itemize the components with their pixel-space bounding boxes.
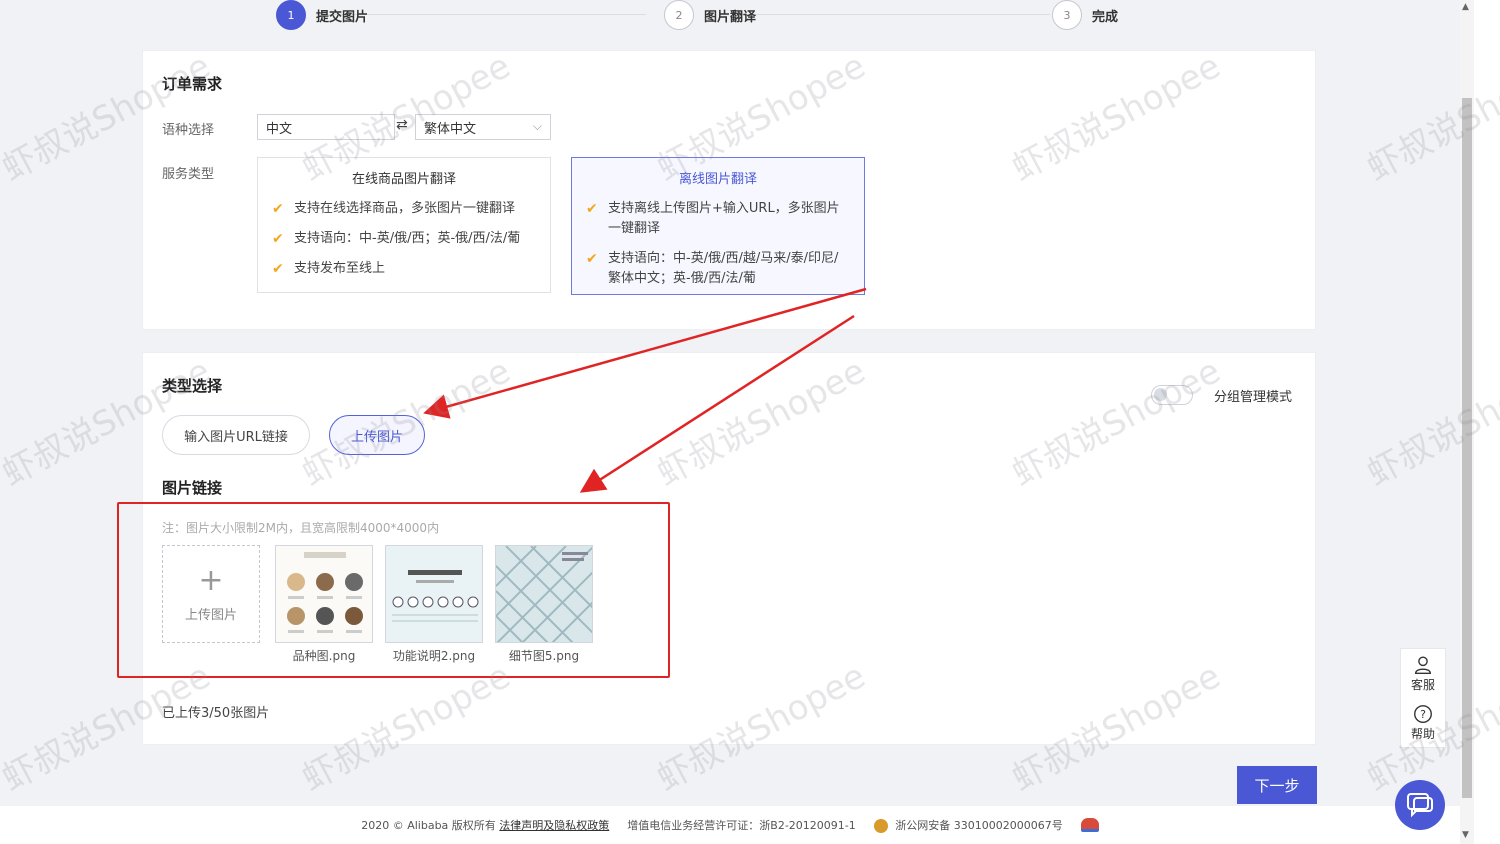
legal-link[interactable]: 法律声明及隐私权政策 [499,819,609,832]
step-number: 2 [664,0,694,30]
window-gutter [1474,0,1500,844]
source-language-value: 中文 [266,121,293,137]
target-language-value: 繁体中文 [424,121,477,137]
upload-count: 已上传3/50张图片 [162,706,270,721]
step-2: 2 图片翻译 [664,0,756,30]
check-icon: ✔ [272,201,284,217]
feature-item: ✔ 支持发布至线上 [272,261,386,277]
vertical-scrollbar[interactable]: ▲ ▼ [1460,0,1474,844]
group-mode-label: 分组管理模式 [1214,390,1293,405]
step-label: 图片翻译 [704,9,757,25]
step-1: 1 提交图片 [276,0,368,30]
license-text: 增值电信业务经营许可证：浙B2-20120091-1 [627,819,856,832]
feature-item: ✔ 支持语向：中-英/俄/西/越/马来/泰/印尼/繁体中文；英-俄/西/法/葡 [586,249,850,289]
check-icon: ✔ [272,231,284,247]
chat-icon [1407,793,1433,818]
footer: 2020 © Alibaba 版权所有 法律声明及隐私权政策 增值电信业务经营许… [0,806,1460,844]
order-title: 订单需求 [162,75,223,93]
check-icon: ✔ [586,201,598,217]
police-record: 浙公网安备 33010002000067号 [873,817,1063,833]
service-type-label: 服务类型 [162,167,215,182]
help-icon: ? [1414,705,1432,723]
side-tools: 客服 ? 帮助 [1400,648,1446,748]
customer-service-button[interactable]: 客服 [1411,654,1435,693]
help-button[interactable]: ? 帮助 [1411,703,1435,742]
scrollbar-thumb[interactable] [1462,98,1472,798]
chat-button[interactable] [1395,780,1445,830]
source-language-select[interactable]: 中文 [257,114,395,140]
url-link-option[interactable]: 输入图片URL链接 [162,415,310,455]
police-badge-icon [873,819,888,833]
swap-icon[interactable]: ⇄ [396,117,408,133]
stepper: 1 提交图片 2 图片翻译 3 完成 [270,0,1140,30]
annotation-highlight-box [117,502,670,678]
next-step-button[interactable]: 下一步 [1237,766,1317,804]
step-3: 3 完成 [1052,0,1118,30]
image-links-title: 图片链接 [162,479,223,497]
user-icon [1414,656,1432,674]
chevron-down-icon: ⌵ [532,119,542,133]
feature-item: ✔ 支持在线选择商品，多张图片一键翻译 [272,201,516,217]
copyright-text: 2020 © Alibaba 版权所有 法律声明及隐私权政策 [361,819,610,832]
step-label: 提交图片 [316,9,369,25]
step-connector [734,14,1050,15]
scroll-up-icon[interactable]: ▲ [1462,2,1469,12]
service-title: 在线商品图片翻译 [351,172,456,187]
gov-badge-icon[interactable] [1080,818,1099,832]
group-mode-toggle[interactable] [1151,385,1193,405]
language-label: 语种选择 [162,123,215,138]
order-card: 订单需求 语种选择 中文 ⇄ 繁体中文 ⌵ 服务类型 在线商品图片翻译 ✔ 支持在… [142,50,1316,330]
check-icon: ✔ [586,251,598,267]
service-online-option[interactable]: 在线商品图片翻译 ✔ 支持在线选择商品，多张图片一键翻译 ✔ 支持语向：中-英/俄/… [257,157,551,293]
scroll-down-icon[interactable]: ▼ [1462,830,1469,840]
step-number: 3 [1052,0,1082,30]
feature-item: ✔ 支持离线上传图片+输入URL，多张图片一键翻译 [586,199,850,239]
service-title: 离线图片翻译 [678,172,757,187]
svg-text:?: ? [1420,708,1426,721]
check-icon: ✔ [272,261,284,277]
type-select-title: 类型选择 [162,377,223,395]
service-offline-option[interactable]: 离线图片翻译 ✔ 支持离线上传图片+输入URL，多张图片一键翻译 ✔ 支持语向：中-… [571,157,865,295]
target-language-select[interactable]: 繁体中文 ⌵ [415,114,551,140]
feature-item: ✔ 支持语向：中-英/俄/西；英-俄/西/法/葡 [272,231,521,247]
step-label: 完成 [1092,9,1119,25]
step-number: 1 [276,0,306,30]
upload-image-option[interactable]: 上传图片 [329,415,425,455]
